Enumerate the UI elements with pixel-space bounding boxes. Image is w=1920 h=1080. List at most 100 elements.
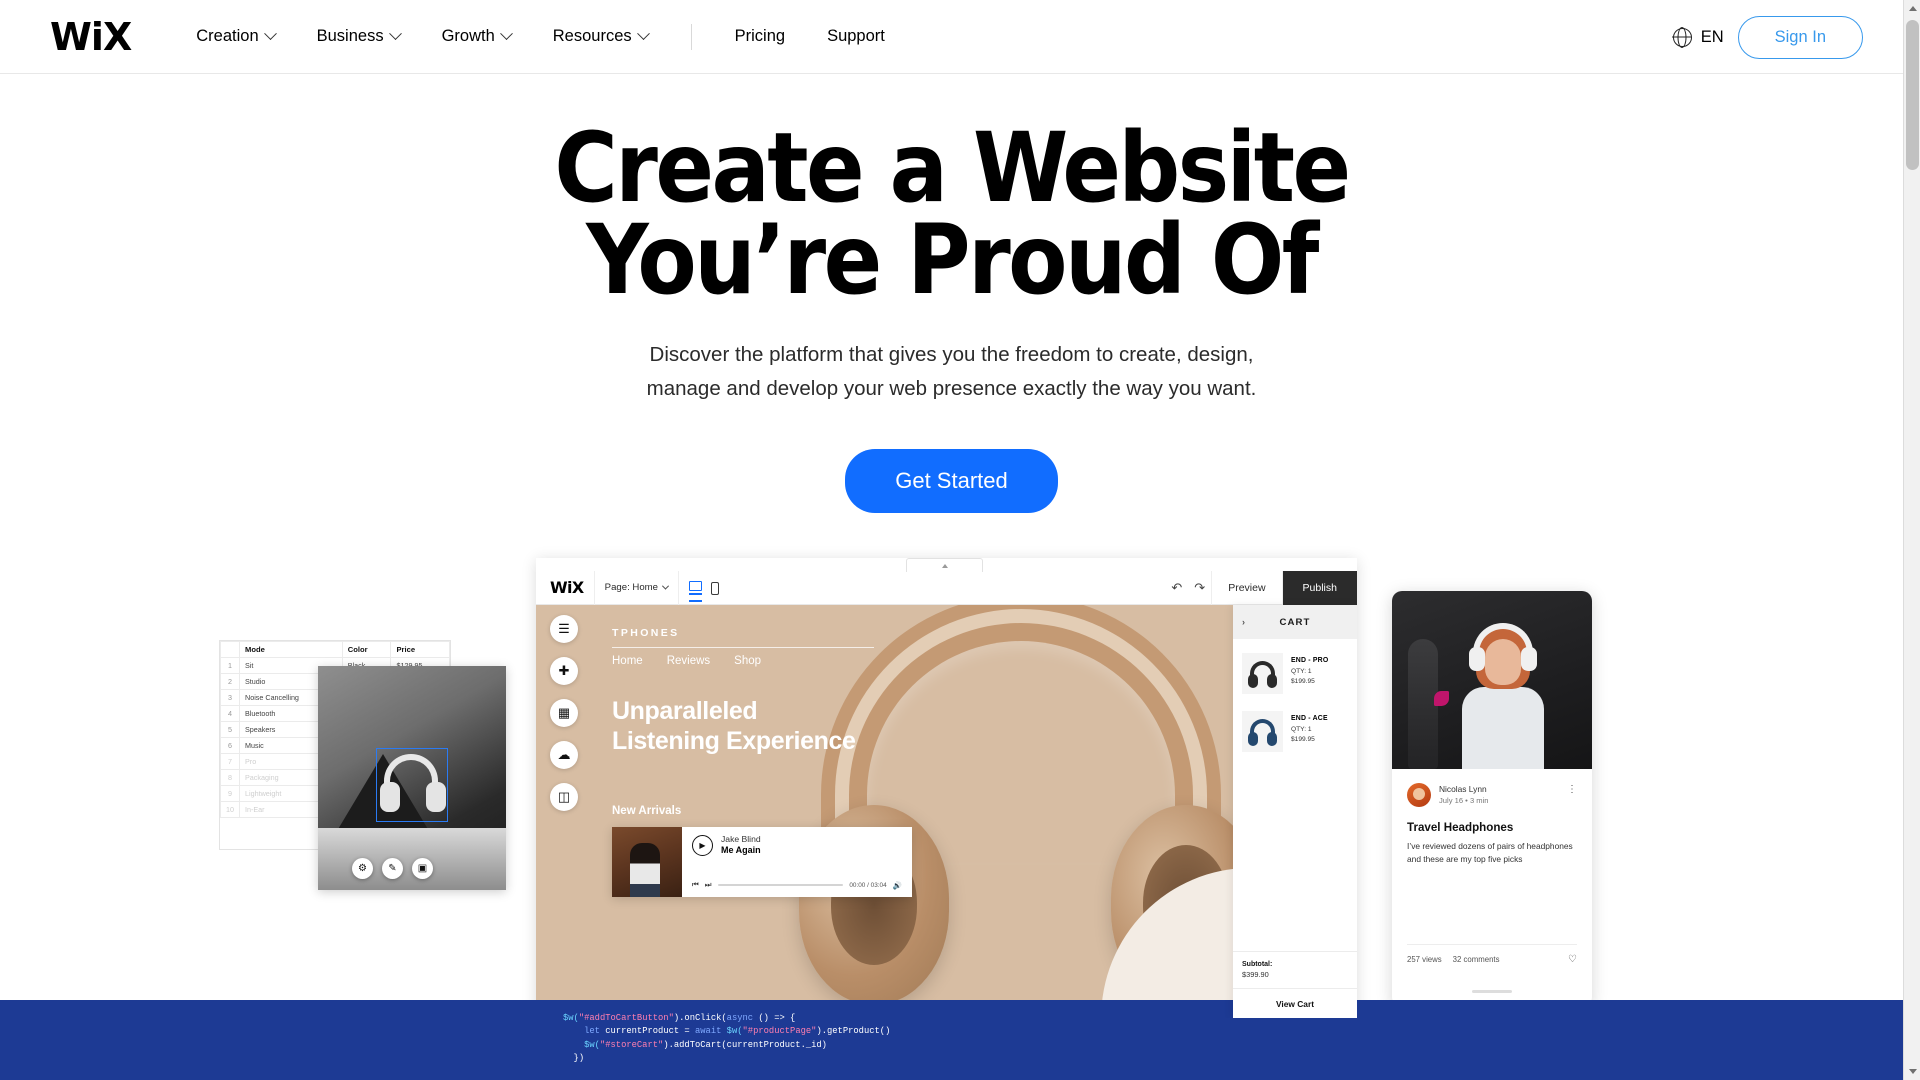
- code-line: $w("#addToCartButton").onClick(async () …: [563, 1013, 796, 1023]
- site-heading: Unparalleled Listening Experience: [612, 697, 856, 756]
- editor-collapse-tab[interactable]: [906, 558, 983, 572]
- wix-logo[interactable]: WiX: [50, 18, 132, 56]
- main-navigation: Creation Business Growth Resources Prici…: [175, 23, 906, 50]
- nav-item-creation[interactable]: Creation: [175, 27, 295, 46]
- database-icon[interactable]: ◫: [550, 783, 578, 811]
- post-comments: 32 comments: [1452, 955, 1500, 964]
- chevron-down-icon: [499, 27, 513, 41]
- language-selector[interactable]: EN: [1672, 27, 1724, 47]
- sign-in-button[interactable]: Sign In: [1737, 15, 1863, 59]
- more-options-icon[interactable]: ⋮: [1567, 785, 1577, 795]
- site-heading-line1: Unparalleled: [612, 697, 758, 725]
- undo-icon[interactable]: ↶: [1165, 580, 1188, 596]
- toolbar-divider: [678, 570, 679, 605]
- page-selector-label: Page: Home: [604, 582, 658, 593]
- headphone-cup-right: [426, 782, 446, 812]
- nav-label: Pricing: [734, 27, 786, 45]
- site-nav-reviews[interactable]: Reviews: [667, 655, 710, 667]
- add-icon[interactable]: ✚: [550, 657, 578, 685]
- progress-bar[interactable]: [717, 884, 844, 886]
- headphone-cup-left: [380, 782, 400, 812]
- phone-home-indicator: [1472, 990, 1512, 993]
- pen-icon[interactable]: ✎: [382, 858, 403, 879]
- header-actions: EN Sign In: [1672, 0, 1863, 74]
- shirt-logo: [1434, 691, 1449, 706]
- nav-divider: [690, 23, 692, 50]
- nav-label: Support: [827, 27, 885, 45]
- cart-item-price: $199.95: [1291, 677, 1315, 685]
- music-player-widget: ▶ Jake Blind Me Again ⏮ ⏭ 00:00 / 03:04 …: [612, 827, 912, 897]
- player-track: Me Again: [721, 845, 761, 856]
- nav-item-resources[interactable]: Resources: [532, 27, 669, 46]
- apps-icon[interactable]: ▦: [550, 699, 578, 727]
- pages-icon[interactable]: ☰: [550, 615, 578, 643]
- phone-mockup: Nicolas Lynn July 16 • 3 min ⋮ Travel He…: [1392, 591, 1592, 1007]
- volume-icon[interactable]: 🔊: [893, 881, 902, 890]
- code-line: let currentProduct = await $w("#productP…: [584, 1026, 891, 1037]
- viewport-switcher: [689, 580, 719, 602]
- scroll-up-arrow[interactable]: [1904, 0, 1920, 17]
- player-controls: ⏮ ⏭ 00:00 / 03:04 🔊: [692, 880, 902, 890]
- cart-item-qty: QTY: 1: [1291, 725, 1312, 733]
- previous-track-icon[interactable]: ⏮: [692, 880, 699, 890]
- publish-button[interactable]: Publish: [1282, 570, 1357, 605]
- hero-subtitle-line2: manage and develop your web presence exa…: [646, 376, 1257, 400]
- play-icon[interactable]: ▶: [692, 834, 713, 856]
- page-scrollbar[interactable]: [1903, 0, 1920, 1080]
- post-date: July 16 • 3 min: [1439, 796, 1489, 806]
- cart-title: CART: [1279, 616, 1311, 628]
- scrollbar-thumb[interactable]: [1906, 20, 1919, 170]
- post-meta: Nicolas Lynn July 16 • 3 min ⋮: [1407, 783, 1577, 807]
- player-artist: Jake Blind: [721, 834, 761, 844]
- table-col-color: Color: [341, 641, 392, 658]
- nav-item-support[interactable]: Support: [806, 27, 906, 46]
- image-preview-card[interactable]: [318, 666, 506, 890]
- desktop-view-icon[interactable]: [689, 580, 702, 602]
- nav-label: Resources: [552, 27, 632, 45]
- page-selector[interactable]: Page: Home: [604, 582, 670, 593]
- crop-icon[interactable]: ▣: [412, 858, 433, 879]
- nav-label: Business: [316, 27, 384, 45]
- avatar: [1407, 783, 1431, 807]
- editor-toolbar: WiX Page: Home ↶ ↷ Preview Publish: [536, 570, 1357, 605]
- heart-icon[interactable]: ♡: [1568, 954, 1577, 965]
- cart-back-icon[interactable]: ›: [1242, 617, 1246, 627]
- person-photo: [1454, 619, 1552, 769]
- mobile-view-icon[interactable]: [711, 581, 719, 595]
- media-upload-icon[interactable]: ☁: [550, 741, 578, 769]
- cart-item-thumbnail: [1242, 653, 1283, 694]
- site-brand: TPHONES: [612, 627, 680, 639]
- new-arrivals-label: New Arrivals: [612, 805, 682, 817]
- hero-cta-container: Get Started: [0, 448, 1903, 513]
- cart-item[interactable]: END - PRO QTY: 1 $199.95: [1242, 653, 1348, 694]
- scroll-down-arrow[interactable]: [1904, 1063, 1920, 1080]
- player-album-art: [612, 827, 682, 897]
- post-excerpt: I’ve reviewed dozens of pairs of headpho…: [1407, 841, 1573, 865]
- blog-cover-image: [1392, 591, 1592, 769]
- redo-icon[interactable]: ↷: [1188, 580, 1211, 596]
- view-cart-button[interactable]: View Cart: [1233, 988, 1357, 1018]
- chevron-down-icon: [661, 582, 670, 590]
- nav-item-pricing[interactable]: Pricing: [714, 27, 806, 46]
- brand-divider: [612, 647, 874, 648]
- code-line: }): [563, 1053, 585, 1064]
- nav-label: Growth: [441, 27, 495, 45]
- next-track-icon[interactable]: ⏭: [705, 880, 712, 890]
- gear-icon[interactable]: ⚙: [352, 858, 373, 879]
- code-line: $w("#storeCart").addToCart(currentProduc…: [563, 1039, 827, 1050]
- cart-item-qty: QTY: 1: [1291, 667, 1312, 675]
- site-nav-shop[interactable]: Shop: [734, 655, 761, 667]
- code-snippet: $w("#addToCartButton").onClick(async () …: [563, 1012, 890, 1065]
- editor-wix-logo[interactable]: WiX: [550, 578, 584, 597]
- blog-post: Nicolas Lynn July 16 • 3 min ⋮ Travel He…: [1392, 769, 1592, 867]
- post-views: 257 views: [1407, 955, 1442, 964]
- cart-item-thumbnail: [1242, 711, 1283, 752]
- get-started-button[interactable]: Get Started: [845, 448, 1058, 513]
- nav-label: Creation: [196, 27, 259, 45]
- nav-item-growth[interactable]: Growth: [421, 27, 532, 46]
- cart-item[interactable]: END - ACE QTY: 1 $199.95: [1242, 711, 1348, 752]
- preview-button[interactable]: Preview: [1211, 570, 1283, 605]
- site-nav-home[interactable]: Home: [612, 655, 643, 667]
- nav-item-business[interactable]: Business: [296, 27, 421, 46]
- table-col-mode: Mode: [239, 641, 343, 658]
